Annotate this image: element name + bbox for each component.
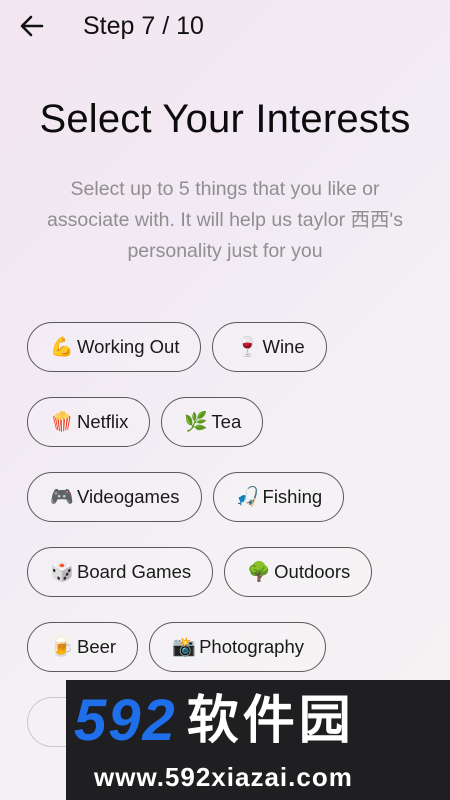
watermark-url: www.592xiazai.com	[94, 762, 353, 792]
page-title: Select Your Interests	[39, 97, 411, 141]
watermark-banner: 592 软件园 www.592xiazai.com	[66, 680, 450, 800]
chip-label: Wine	[262, 336, 305, 357]
step-indicator: Step 7 / 10	[83, 12, 204, 40]
beer-mug-icon: 🍺	[50, 637, 74, 658]
interest-chip-working-out[interactable]: 💪 Working Out	[27, 322, 202, 372]
watermark-logo: 592 软件园	[74, 688, 355, 753]
watermark-number: 592	[74, 688, 177, 753]
chip-label: Netflix	[77, 411, 129, 432]
camera-flash-icon: 📸	[172, 637, 196, 658]
chip-label: Board Games	[77, 561, 192, 582]
chip-label: Photography	[199, 636, 304, 657]
flexed-biceps-icon: 💪	[50, 337, 74, 358]
interest-chip-videogames[interactable]: 🎮 Videogames	[27, 472, 202, 522]
interest-chip-board-games[interactable]: 🎲 Board Games	[27, 547, 214, 597]
chip-row: 🎲 Board Games 🌳 Outdoors	[27, 547, 427, 599]
interest-chip-tea[interactable]: 🌿 Tea	[161, 397, 264, 447]
interest-chip-fishing[interactable]: 🎣 Fishing	[212, 472, 345, 522]
chip-row: 🎮 Videogames 🎣 Fishing	[27, 472, 427, 524]
interest-chip-beer[interactable]: 🍺 Beer	[27, 622, 139, 672]
herb-leaf-icon: 🌿	[184, 412, 209, 433]
wine-glass-icon: 🍷	[235, 337, 260, 358]
chip-label: Beer	[77, 636, 117, 657]
tree-icon: 🌳	[247, 562, 271, 583]
interest-chip-outdoors[interactable]: 🌳 Outdoors	[224, 547, 373, 597]
popcorn-icon: 🍿	[50, 412, 74, 433]
game-controller-icon: 🎮	[50, 487, 74, 508]
watermark-cn-text: 软件园	[186, 692, 355, 750]
page-subtitle: Select up to 5 things that you like or a…	[47, 178, 403, 262]
chip-row: 🍺 Beer 📸 Photography	[27, 622, 427, 674]
chip-row: 💪 Working Out 🍷 Wine	[27, 322, 427, 374]
interest-chip-partial[interactable]	[27, 697, 67, 747]
back-button[interactable]	[16, 10, 48, 42]
chip-label: Tea	[211, 411, 242, 432]
interest-chip-list: 💪 Working Out 🍷 Wine 🍿 Netflix 🌿 Tea 🎮 V…	[27, 322, 427, 697]
arrow-left-icon	[20, 15, 44, 37]
dice-icon: 🎲	[50, 562, 74, 583]
interest-chip-netflix[interactable]: 🍿 Netflix	[27, 397, 151, 447]
chip-row: 🍿 Netflix 🌿 Tea	[27, 397, 427, 449]
top-bar: Step 7 / 10	[0, 0, 450, 54]
chip-label: Fishing	[262, 486, 323, 507]
chip-label: Videogames	[77, 486, 180, 507]
chip-label: Outdoors	[274, 561, 351, 582]
chip-label: Working Out	[77, 336, 180, 357]
fishing-rod-icon: 🎣	[235, 487, 260, 508]
interest-chip-photography[interactable]: 📸 Photography	[149, 622, 326, 672]
interest-chip-wine[interactable]: 🍷 Wine	[212, 322, 327, 372]
